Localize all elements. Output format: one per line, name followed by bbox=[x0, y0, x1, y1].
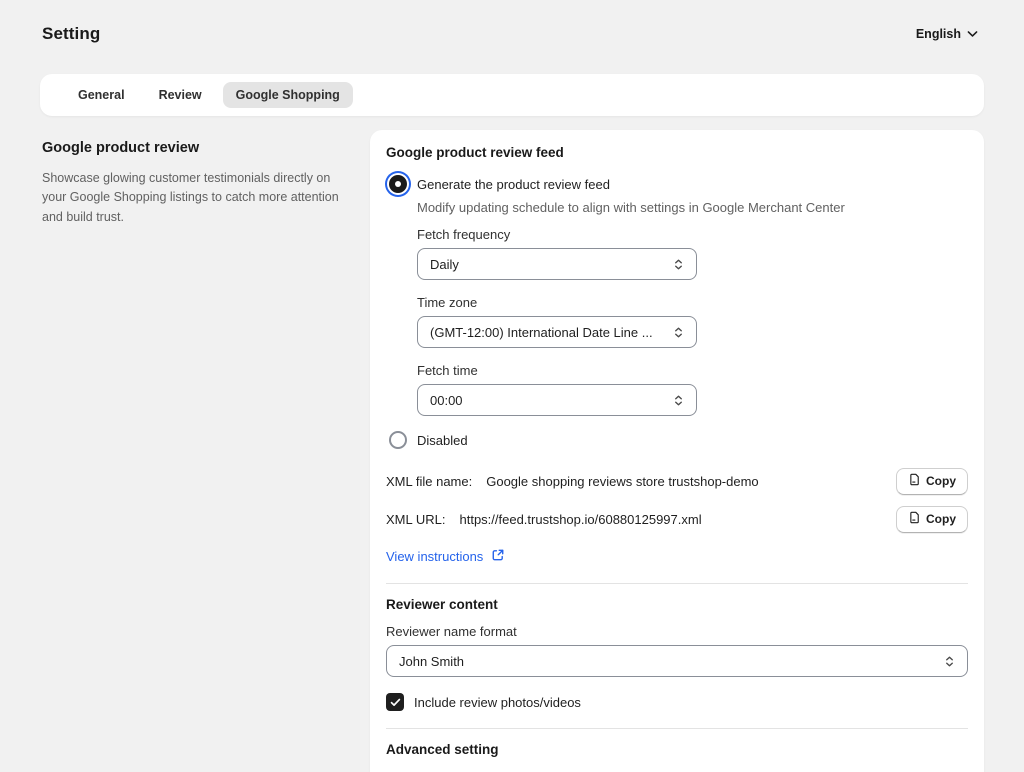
copy-file-name-button[interactable]: Copy bbox=[896, 468, 968, 495]
tab-review[interactable]: Review bbox=[146, 82, 215, 108]
fetch-frequency-value: Daily bbox=[430, 257, 459, 272]
xml-file-name-label: XML file name: bbox=[386, 474, 472, 489]
tab-google-shopping[interactable]: Google Shopping bbox=[223, 82, 353, 108]
radio-disabled[interactable]: Disabled bbox=[386, 431, 968, 449]
settings-page: Setting English General Review Google Sh… bbox=[0, 0, 1024, 772]
external-link-icon bbox=[491, 548, 505, 565]
copy-button-label: Copy bbox=[926, 474, 956, 488]
xml-url-label: XML URL: bbox=[386, 512, 445, 527]
copy-url-button[interactable]: Copy bbox=[896, 506, 968, 533]
xml-url-row: XML URL: https://feed.trustshop.io/60880… bbox=[386, 506, 968, 533]
section-intro-description: Showcase glowing customer testimonials d… bbox=[42, 169, 348, 227]
reviewer-name-format-label: Reviewer name format bbox=[386, 624, 968, 639]
settings-content: Google product review Showcase glowing c… bbox=[40, 130, 984, 772]
radio-disabled-label: Disabled bbox=[417, 433, 468, 448]
time-zone-label: Time zone bbox=[417, 295, 697, 310]
copy-icon bbox=[908, 473, 921, 489]
fetch-frequency-label: Fetch frequency bbox=[417, 227, 697, 242]
copy-icon bbox=[908, 511, 921, 527]
updown-caret-icon bbox=[665, 326, 684, 339]
reviewer-name-format-value: John Smith bbox=[399, 654, 464, 669]
tab-general[interactable]: General bbox=[65, 82, 138, 108]
include-media-label: Include review photos/videos bbox=[414, 695, 581, 710]
time-zone-value: (GMT-12:00) International Date Line ... bbox=[430, 325, 653, 340]
updown-caret-icon bbox=[665, 394, 684, 407]
time-zone-select[interactable]: (GMT-12:00) International Date Line ... bbox=[417, 316, 697, 348]
chevron-down-icon bbox=[967, 30, 978, 38]
advanced-section-title: Advanced setting bbox=[386, 742, 968, 757]
reviewer-name-format-select[interactable]: John Smith bbox=[386, 645, 968, 677]
xml-file-name-row: XML file name: Google shopping reviews s… bbox=[386, 468, 968, 495]
xml-file-name-value: Google shopping reviews store trustshop-… bbox=[486, 474, 758, 489]
section-intro-title: Google product review bbox=[42, 140, 348, 156]
language-selector-label: English bbox=[916, 27, 961, 41]
section-intro-panel: Google product review Showcase glowing c… bbox=[40, 130, 352, 227]
language-selector[interactable]: English bbox=[916, 27, 978, 41]
view-instructions-link[interactable]: View instructions bbox=[386, 548, 505, 565]
include-media-row[interactable]: Include review photos/videos bbox=[386, 693, 968, 711]
radio-generate-feed-label: Generate the product review feed bbox=[417, 177, 610, 192]
fetch-time-value: 00:00 bbox=[430, 393, 463, 408]
generate-feed-helper-text: Modify updating schedule to align with s… bbox=[417, 200, 968, 215]
copy-button-label: Copy bbox=[926, 512, 956, 526]
view-instructions-label: View instructions bbox=[386, 549, 483, 564]
fetch-time-select[interactable]: 00:00 bbox=[417, 384, 697, 416]
google-shopping-settings-card: Google product review feed Generate the … bbox=[370, 130, 984, 772]
updown-caret-icon bbox=[936, 655, 955, 668]
fetch-time-label: Fetch time bbox=[417, 363, 697, 378]
radio-unselected-icon[interactable] bbox=[389, 431, 407, 449]
xml-url-value: https://feed.trustshop.io/60880125997.xm… bbox=[459, 512, 701, 527]
page-title: Setting bbox=[42, 24, 100, 44]
checkbox-checked-icon[interactable] bbox=[386, 693, 404, 711]
feed-schedule-fields: Fetch frequency Daily Time zone (GMT-12:… bbox=[417, 227, 697, 416]
settings-tab-bar: General Review Google Shopping bbox=[40, 74, 984, 116]
updown-caret-icon bbox=[665, 258, 684, 271]
fetch-frequency-select[interactable]: Daily bbox=[417, 248, 697, 280]
radio-selected-icon[interactable] bbox=[389, 175, 407, 193]
view-instructions-row: View instructions bbox=[386, 548, 968, 566]
reviewer-section-title: Reviewer content bbox=[386, 597, 968, 612]
section-divider bbox=[386, 583, 968, 584]
section-divider bbox=[386, 728, 968, 729]
feed-section-title: Google product review feed bbox=[386, 145, 968, 160]
radio-generate-feed[interactable]: Generate the product review feed bbox=[386, 175, 968, 193]
page-header: Setting English bbox=[0, 0, 1024, 44]
